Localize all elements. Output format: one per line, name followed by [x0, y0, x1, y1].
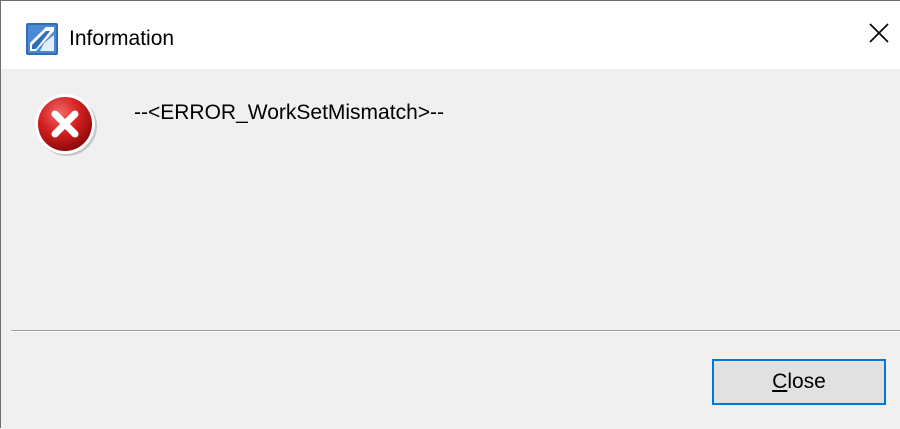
information-dialog: Information --<ERROR_WorkSetMismatch>-- …: [0, 0, 900, 429]
close-button-label: lose: [787, 370, 826, 393]
close-button[interactable]: Close: [712, 359, 886, 405]
window-close-button[interactable]: [857, 13, 900, 57]
window-title: Information: [69, 27, 175, 50]
divider: [11, 330, 900, 332]
dialog-footer: Close: [1, 333, 900, 429]
close-button-mnemonic: C: [772, 370, 788, 393]
error-icon: [33, 91, 99, 157]
dialog-content: --<ERROR_WorkSetMismatch>--: [1, 69, 900, 331]
error-message: --<ERROR_WorkSetMismatch>--: [134, 101, 444, 124]
title-bar[interactable]: Information: [1, 1, 900, 69]
app-logo-icon: [26, 23, 58, 55]
close-icon: [868, 22, 890, 49]
